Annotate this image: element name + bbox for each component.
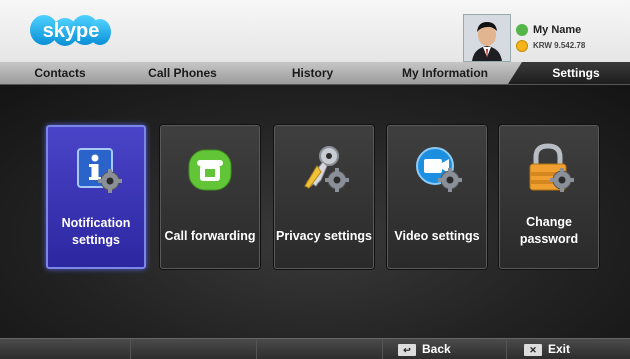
user-credit: KRW 9.542.78 <box>533 41 586 50</box>
footer-divider <box>256 339 383 359</box>
call-forwarding-label: Call forwarding <box>164 229 256 243</box>
skype-logo: skype <box>30 15 111 46</box>
tab-history[interactable]: History <box>245 62 380 84</box>
back-button[interactable]: ↩ Back <box>398 339 451 359</box>
change-password-tile[interactable]: Change password <box>499 125 599 269</box>
exit-button[interactable]: ✕ Exit <box>524 339 570 359</box>
change-password-line2: password <box>519 232 579 246</box>
footer-bar: ↩ Back ✕ Exit <box>0 338 630 359</box>
credit-coin-icon <box>516 40 528 52</box>
privacy-settings-tile[interactable]: Privacy settings <box>274 125 374 269</box>
privacy-settings-icon <box>304 146 349 192</box>
notification-settings-line2: settings <box>72 233 120 247</box>
user-avatar[interactable] <box>463 14 511 62</box>
settings-panel: Notification settings Call forwarding Pr… <box>0 85 630 338</box>
app-header: skype My Name KRW 9.542.78 <box>0 0 630 62</box>
video-settings-tile[interactable]: Video settings <box>387 125 487 269</box>
change-password-icon <box>529 143 574 192</box>
tab-contacts[interactable]: Contacts <box>0 62 120 84</box>
online-status-icon <box>516 24 528 36</box>
exit-label: Exit <box>548 342 571 356</box>
call-forwarding-tile[interactable]: Call forwarding <box>160 125 260 269</box>
video-settings-label: Video settings <box>394 229 480 243</box>
tab-my-information[interactable]: My Information <box>380 62 510 84</box>
exit-icon: ✕ <box>524 343 542 356</box>
back-label: Back <box>422 342 451 356</box>
skype-logo-text: skype <box>43 20 100 42</box>
avatar-portrait <box>464 15 510 61</box>
video-settings-icon <box>416 147 462 192</box>
notification-settings-icon <box>77 148 122 193</box>
change-password-label: Change password <box>500 214 598 248</box>
tab-call-phones[interactable]: Call Phones <box>120 62 245 84</box>
user-name[interactable]: My Name <box>533 24 581 36</box>
change-password-line1: Change <box>526 215 572 229</box>
tab-settings[interactable]: Settings <box>522 62 630 84</box>
footer-divider <box>130 339 257 359</box>
back-icon: ↩ <box>398 343 416 356</box>
notification-settings-line1: Notification <box>61 216 131 230</box>
notification-settings-label: Notification settings <box>48 215 144 249</box>
notification-settings-tile[interactable]: Notification settings <box>46 125 146 269</box>
privacy-settings-label: Privacy settings <box>276 229 372 243</box>
tab-bar: Contacts Call Phones History My Informat… <box>0 62 630 85</box>
footer-divider <box>0 339 131 359</box>
call-forwarding-icon <box>188 149 232 191</box>
